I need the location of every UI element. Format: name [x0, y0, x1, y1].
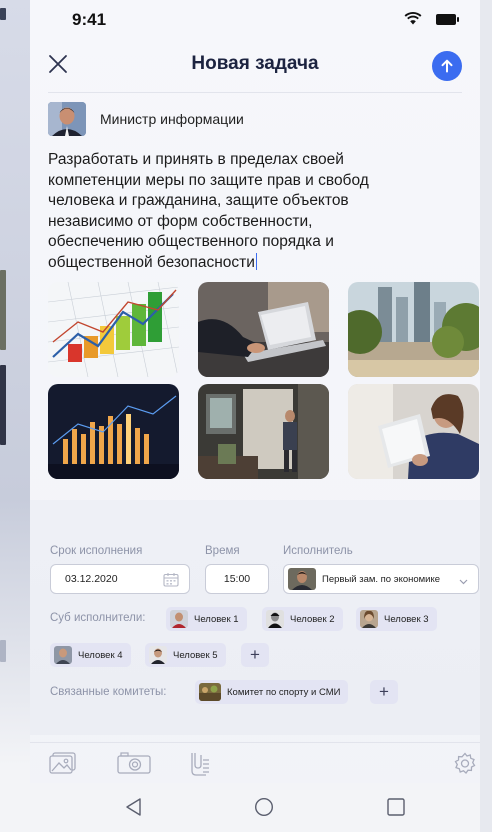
author-name: Министр информации: [100, 111, 244, 127]
task-text-line: общественной безопасности: [48, 253, 255, 271]
sub-executor-chip[interactable]: Человек 1: [166, 607, 247, 631]
photo-chart-3d[interactable]: [48, 282, 179, 377]
battery-icon: [436, 14, 459, 25]
bottom-toolbar: [30, 742, 480, 780]
sub-executor-chip[interactable]: Человек 5: [145, 643, 226, 667]
executor-select[interactable]: Первый зам. по экономике: [283, 564, 479, 594]
time-value: 15:00: [223, 573, 251, 585]
text-caret: [255, 252, 258, 270]
photo-office-room[interactable]: [198, 384, 329, 479]
executor-avatar: [288, 568, 316, 590]
gallery-icon[interactable]: [48, 751, 78, 780]
status-time: 9:41: [72, 10, 107, 29]
deadline-value: 03.12.2020: [65, 573, 118, 585]
avatar: [54, 646, 72, 664]
task-text-line: Разработать и принять в пределах своей: [48, 151, 344, 168]
task-text-line: обеспечению общественного порядка и: [48, 233, 334, 250]
avatar: [149, 646, 167, 664]
header: Новая задача: [30, 46, 480, 86]
send-button[interactable]: [432, 51, 462, 81]
sub-executor-name: Человек 5: [173, 649, 218, 661]
sub-executor-name: Человек 2: [290, 613, 335, 625]
sub-executor-name: Человек 1: [194, 613, 239, 625]
deadline-field[interactable]: 03.12.2020: [50, 564, 190, 594]
task-text-line: человека и гражданина, защите объектов: [48, 192, 349, 209]
arrow-up-icon: [441, 59, 453, 73]
photo-city[interactable]: [348, 282, 479, 377]
task-text-line: компетенции меры по защите прав и свобод: [48, 171, 369, 189]
sub-executor-chip[interactable]: Человек 4: [50, 643, 131, 667]
sub-executor-chip[interactable]: Человек 2: [262, 607, 343, 631]
back-icon[interactable]: [124, 797, 144, 822]
committee-image: [199, 683, 221, 701]
time-label: Время: [205, 545, 240, 557]
sub-executor-chip[interactable]: Человек 3: [356, 607, 437, 631]
sub-executor-name: Человек 3: [384, 613, 429, 625]
avatar: [360, 610, 378, 628]
header-divider: [48, 92, 462, 93]
photo-woman-tablet[interactable]: [348, 384, 479, 479]
add-sub-executor-button[interactable]: +: [241, 643, 269, 667]
avatar: [170, 610, 188, 628]
committees-label: Связанные комитеты:: [50, 686, 167, 698]
sub-executor-name: Человек 4: [78, 649, 123, 661]
chevron-down-icon: [459, 576, 468, 588]
add-committee-button[interactable]: +: [370, 680, 398, 704]
background-left-panel: [0, 0, 30, 832]
avatar: [266, 610, 284, 628]
status-bar: 9:41: [30, 0, 480, 42]
camera-icon[interactable]: [116, 751, 152, 780]
sub-executors-label: Суб исполнители:: [50, 612, 146, 624]
home-icon[interactable]: [254, 797, 274, 822]
committee-name: Комитет по спорту и СМИ: [227, 686, 341, 698]
file-attach-icon[interactable]: [188, 751, 212, 782]
recents-icon[interactable]: [386, 797, 406, 822]
time-field[interactable]: 15:00: [205, 564, 269, 594]
photo-laptop-work[interactable]: [198, 282, 329, 377]
task-text[interactable]: Разработать и принять в пределах своей к…: [48, 150, 428, 273]
photo-dark-chart[interactable]: [48, 384, 179, 479]
background-right-panel: [480, 0, 492, 832]
author-row: Министр информации: [48, 102, 244, 136]
wifi-icon: [404, 12, 422, 30]
avatar: [48, 102, 86, 136]
gear-icon[interactable]: [454, 752, 476, 779]
deadline-label: Срок исполнения: [50, 545, 143, 557]
committee-chip[interactable]: Комитет по спорту и СМИ: [195, 680, 349, 704]
task-form: Срок исполнения Время Исполнитель 03.12.…: [30, 500, 480, 735]
page-title: Новая задача: [191, 53, 319, 74]
executor-label: Исполнитель: [283, 545, 353, 557]
executor-value: Первый зам. по экономике: [322, 573, 441, 585]
calendar-icon: [163, 572, 179, 590]
task-text-line: независимо от форм собственности,: [48, 212, 313, 230]
system-nav-bar: [30, 783, 480, 832]
phone-screen: 9:41 Новая задача Министр информации Раз…: [30, 0, 480, 832]
